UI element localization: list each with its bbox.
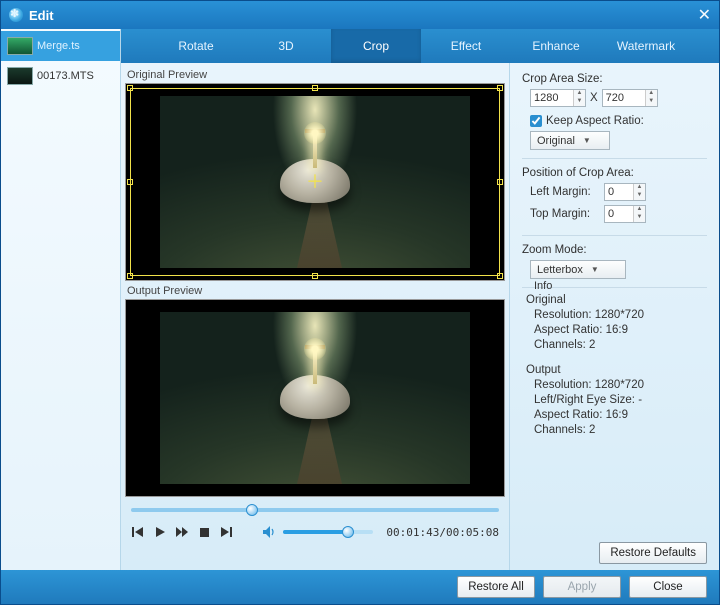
select-value: Original xyxy=(537,135,575,147)
fast-forward-button[interactable] xyxy=(175,525,189,539)
close-button[interactable]: Close xyxy=(629,576,707,598)
top-margin-input[interactable] xyxy=(605,206,633,222)
output-preview-label: Output Preview xyxy=(127,285,505,297)
output-heading: Output xyxy=(526,364,707,376)
by-x: X xyxy=(590,92,598,104)
tab-rotate[interactable]: Rotate xyxy=(151,29,241,63)
edit-window: Edit ✕ Merge.ts 00173.MTS Rotate 3D Crop… xyxy=(0,0,720,605)
thumbnail-icon xyxy=(7,37,33,55)
zoom-mode-select[interactable]: Letterbox ▼ xyxy=(530,260,626,279)
zoom-label: Zoom Mode: xyxy=(522,244,707,256)
sidebar-item-00173[interactable]: 00173.MTS xyxy=(1,61,120,91)
crop-handle[interactable] xyxy=(497,85,503,91)
tab-label: 3D xyxy=(278,39,293,53)
thumbnail-icon xyxy=(7,67,33,85)
titlebar: Edit ✕ xyxy=(1,1,719,29)
close-icon[interactable]: ✕ xyxy=(698,5,711,25)
seek-thumb[interactable] xyxy=(246,504,258,516)
up-arrow-icon[interactable]: ▲ xyxy=(646,90,657,98)
output-preview xyxy=(125,299,505,497)
video-frame xyxy=(160,96,470,268)
crop-width-input[interactable] xyxy=(531,90,573,106)
down-arrow-icon[interactable]: ▼ xyxy=(634,192,645,200)
info-original: Original Resolution: 1280*720 Aspect Rat… xyxy=(522,294,707,354)
original-heading: Original xyxy=(526,294,707,306)
keep-aspect-label: Keep Aspect Ratio: xyxy=(546,115,644,127)
sidebar-item-merge[interactable]: Merge.ts xyxy=(1,31,120,61)
crop-size-label: Crop Area Size: xyxy=(522,73,707,85)
volume-icon[interactable] xyxy=(263,525,277,539)
restore-defaults-button[interactable]: Restore Defaults xyxy=(599,542,707,564)
down-arrow-icon[interactable]: ▼ xyxy=(646,98,657,106)
crop-handle[interactable] xyxy=(497,179,503,185)
crop-handle[interactable] xyxy=(127,179,133,185)
sidebar-item-label: 00173.MTS xyxy=(37,70,94,82)
restore-all-button[interactable]: Restore All xyxy=(457,576,535,598)
chevron-down-icon: ▼ xyxy=(583,136,591,145)
tab-3d[interactable]: 3D xyxy=(241,29,331,63)
down-arrow-icon[interactable]: ▼ xyxy=(574,98,585,106)
up-arrow-icon[interactable]: ▲ xyxy=(574,90,585,98)
up-arrow-icon[interactable]: ▲ xyxy=(634,206,645,214)
window-title: Edit xyxy=(29,8,54,23)
tab-label: Effect xyxy=(451,39,481,53)
top-margin-label: Top Margin: xyxy=(530,208,600,220)
crop-handle[interactable] xyxy=(127,273,133,279)
tab-bar: Rotate 3D Crop Effect Enhance Watermark xyxy=(121,29,719,63)
crop-handle[interactable] xyxy=(312,85,318,91)
left-margin-stepper[interactable]: ▲▼ xyxy=(604,183,646,201)
tab-crop[interactable]: Crop xyxy=(331,29,421,63)
time-display: 00:01:43/00:05:08 xyxy=(386,526,499,539)
original-preview-label: Original Preview xyxy=(127,69,505,81)
crop-height-input[interactable] xyxy=(603,90,645,106)
seek-track[interactable] xyxy=(131,508,499,512)
tab-enhance[interactable]: Enhance xyxy=(511,29,601,63)
crop-handle[interactable] xyxy=(312,273,318,279)
footer-bar: Restore All Apply Close xyxy=(1,570,719,604)
info-heading: Info xyxy=(532,280,554,292)
sidebar-item-label: Merge.ts xyxy=(37,40,80,52)
aspect-ratio-select[interactable]: Original ▼ xyxy=(530,131,610,150)
video-frame xyxy=(160,312,470,484)
apply-button[interactable]: Apply xyxy=(543,576,621,598)
crop-handle[interactable] xyxy=(127,85,133,91)
crop-width-stepper[interactable]: ▲▼ xyxy=(530,89,586,107)
tab-watermark[interactable]: Watermark xyxy=(601,29,691,63)
tab-effect[interactable]: Effect xyxy=(421,29,511,63)
tab-label: Crop xyxy=(363,39,389,53)
player-controls: 00:01:43/00:05:08 xyxy=(125,519,505,545)
stop-button[interactable] xyxy=(197,525,211,539)
tab-label: Enhance xyxy=(532,39,579,53)
left-margin-label: Left Margin: xyxy=(530,186,600,198)
keep-aspect-checkbox[interactable] xyxy=(530,115,542,127)
tab-label: Watermark xyxy=(617,39,675,53)
volume-thumb[interactable] xyxy=(342,526,354,538)
original-preview[interactable]: ＋ xyxy=(125,83,505,281)
app-logo-icon xyxy=(9,8,23,22)
volume-slider[interactable] xyxy=(283,530,373,534)
position-label: Position of Crop Area: xyxy=(522,167,707,179)
info-output: Output Resolution: 1280*720 Left/Right E… xyxy=(522,364,707,439)
chevron-down-icon: ▼ xyxy=(591,265,599,274)
down-arrow-icon[interactable]: ▼ xyxy=(634,214,645,222)
play-button[interactable] xyxy=(153,525,167,539)
left-margin-input[interactable] xyxy=(605,184,633,200)
crop-panel: Crop Area Size: ▲▼ X ▲▼ xyxy=(509,63,719,570)
crop-handle[interactable] xyxy=(497,273,503,279)
next-button[interactable] xyxy=(219,525,233,539)
content-area: Original Preview xyxy=(121,63,719,570)
prev-button[interactable] xyxy=(131,525,145,539)
window-body: Merge.ts 00173.MTS Rotate 3D Crop Effect… xyxy=(1,29,719,570)
volume-fill xyxy=(283,530,348,534)
top-margin-stepper[interactable]: ▲▼ xyxy=(604,205,646,223)
volume-group xyxy=(263,525,373,539)
seek-slider[interactable] xyxy=(125,501,505,519)
tab-label: Rotate xyxy=(178,39,213,53)
crop-height-stepper[interactable]: ▲▼ xyxy=(602,89,658,107)
preview-column: Original Preview xyxy=(121,63,509,570)
file-sidebar: Merge.ts 00173.MTS xyxy=(1,29,121,570)
main-area: Rotate 3D Crop Effect Enhance Watermark … xyxy=(121,29,719,570)
up-arrow-icon[interactable]: ▲ xyxy=(634,184,645,192)
select-value: Letterbox xyxy=(537,264,583,276)
